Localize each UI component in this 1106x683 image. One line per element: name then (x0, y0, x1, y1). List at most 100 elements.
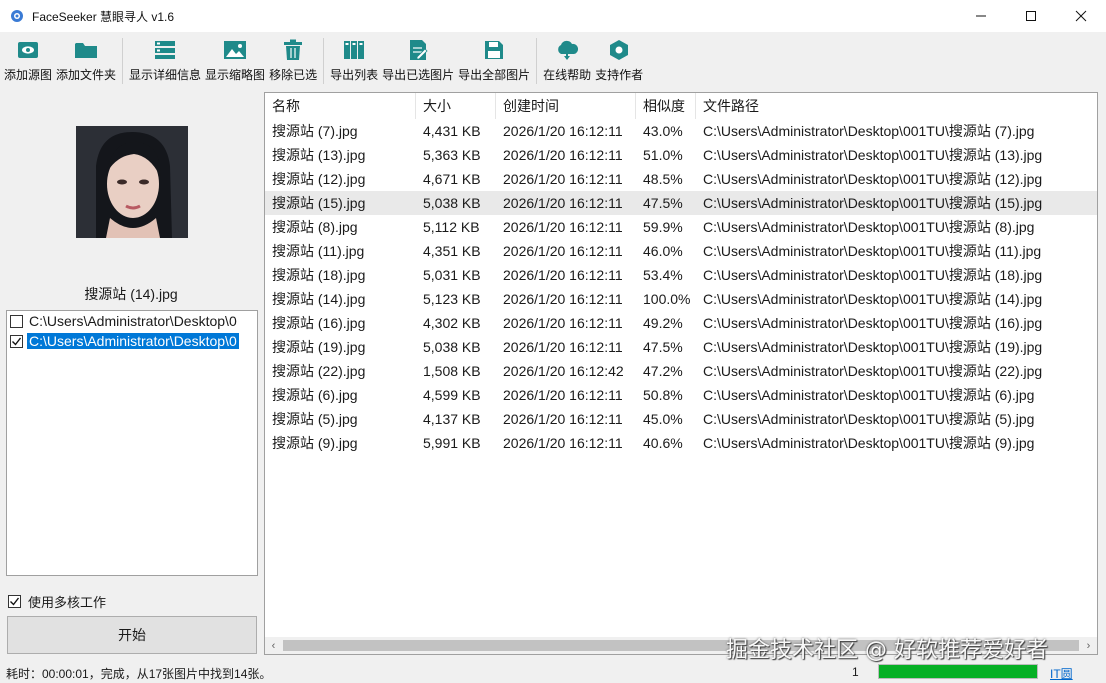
cell-path: C:\Users\Administrator\Desktop\001TU\搜源站… (703, 387, 1035, 403)
toolbar-label: 移除已选 (269, 68, 318, 82)
column-header-size[interactable]: 大小 (416, 93, 496, 119)
show-thumbnails-button[interactable]: 显示缩略图 (203, 32, 267, 88)
title-bar: FaceSeeker 慧眼寻人 v1.6 (0, 0, 1106, 32)
cell-name: 搜源站 (13).jpg (272, 147, 366, 163)
toolbar-label: 在线帮助 (543, 68, 592, 82)
table-row[interactable]: 搜源站 (16).jpg 4,302 KB 2026/1/20 16:12:11 49… (265, 311, 1097, 335)
cell-size: 5,991 KB (423, 435, 481, 451)
add-source-image-button[interactable]: 添加源图 (2, 32, 54, 88)
cell-created: 2026/1/20 16:12:11 (503, 435, 623, 451)
status-link[interactable]: IT圆 (1050, 665, 1073, 682)
toolbar-separator (536, 38, 538, 84)
image-icon (223, 38, 247, 62)
left-pane: 搜源站 (14).jpg C:\Users\Administrator\Desk… (0, 90, 262, 660)
cell-similarity: 47.5% (643, 195, 683, 211)
table-row[interactable]: 搜源站 (12).jpg 4,671 KB 2026/1/20 16:12:11 48… (265, 167, 1097, 191)
export-list-button[interactable]: 导出列表 (328, 32, 380, 88)
cell-name: 搜源站 (22).jpg (272, 363, 366, 379)
start-button[interactable]: 开始 (7, 616, 257, 654)
scroll-left-icon[interactable]: ‹ (265, 637, 282, 654)
cell-created: 2026/1/20 16:12:42 (503, 363, 624, 379)
folder-checkbox[interactable] (10, 334, 23, 348)
table-row[interactable]: 搜源站 (7).jpg 4,431 KB 2026/1/20 16:12:11 43.… (265, 119, 1097, 143)
folder-list[interactable]: C:\Users\Administrator\Desktop\0 C:\User… (6, 310, 258, 576)
cell-size: 4,671 KB (423, 171, 481, 187)
cell-name: 搜源站 (15).jpg (272, 195, 366, 211)
window-controls (956, 0, 1106, 32)
close-icon (1075, 10, 1087, 22)
toolbar-label: 显示缩略图 (205, 68, 266, 82)
show-details-button[interactable]: 显示详细信息 (127, 32, 203, 88)
close-button[interactable] (1056, 0, 1106, 32)
toolbar-label: 支持作者 (595, 68, 644, 82)
toolbar: 添加源图 添加文件夹 显示详细信息 显示缩略图 移除已选 导出列表 导出已选图片… (0, 32, 1106, 90)
online-help-button[interactable]: 在线帮助 (541, 32, 593, 88)
cell-size: 4,302 KB (423, 315, 481, 331)
cell-size: 1,508 KB (423, 363, 481, 379)
source-image-preview (76, 126, 188, 238)
table-row[interactable]: 搜源站 (13).jpg 5,363 KB 2026/1/20 16:12:11 51… (265, 143, 1097, 167)
minimize-button[interactable] (956, 0, 1006, 32)
table-row[interactable]: 搜源站 (11).jpg 4,351 KB 2026/1/20 16:12:11 46… (265, 239, 1097, 263)
folder-item[interactable]: C:\Users\Administrator\Desktop\0 (7, 331, 257, 351)
watermark: 掘金技术社区 @ 好软推荐爱好者 (726, 638, 1048, 663)
table-row[interactable]: 搜源站 (14).jpg 5,123 KB 2026/1/20 16:12:11 10… (265, 287, 1097, 311)
cell-name: 搜源站 (7).jpg (272, 123, 358, 139)
column-header-name[interactable]: 名称 (265, 93, 416, 119)
cell-created: 2026/1/20 16:12:11 (503, 267, 623, 283)
hexagon-icon (607, 38, 631, 62)
cell-name: 搜源站 (5).jpg (272, 411, 358, 427)
table-row[interactable]: 搜源站 (9).jpg 5,991 KB 2026/1/20 16:12:11 40.… (265, 431, 1097, 455)
support-author-button[interactable]: 支持作者 (593, 32, 645, 88)
cell-path: C:\Users\Administrator\Desktop\001TU\搜源站… (703, 315, 1043, 331)
table-row[interactable]: 搜源站 (22).jpg 1,508 KB 2026/1/20 16:12:42 47… (265, 359, 1097, 383)
cell-path: C:\Users\Administrator\Desktop\001TU\搜源站… (703, 267, 1043, 283)
maximize-button[interactable] (1006, 0, 1056, 32)
folder-path: C:\Users\Administrator\Desktop\0 (29, 313, 237, 329)
cell-name: 搜源站 (11).jpg (272, 243, 365, 259)
cell-path: C:\Users\Administrator\Desktop\001TU\搜源站… (703, 171, 1043, 187)
export-selected-images-button[interactable]: 导出已选图片 (380, 32, 456, 88)
cell-path: C:\Users\Administrator\Desktop\001TU\搜源站… (703, 291, 1043, 307)
cell-size: 4,599 KB (423, 387, 481, 403)
toolbar-label: 添加源图 (4, 68, 53, 82)
multicore-checkbox[interactable] (8, 595, 21, 608)
cloud-icon (555, 38, 579, 62)
save-icon (482, 38, 506, 62)
column-header-path[interactable]: 文件路径 (696, 93, 1097, 119)
folder-icon (74, 38, 98, 62)
table-row[interactable]: 搜源站 (5).jpg 4,137 KB 2026/1/20 16:12:11 45.… (265, 407, 1097, 431)
export-all-images-button[interactable]: 导出全部图片 (456, 32, 532, 88)
toolbar-label: 导出已选图片 (382, 68, 455, 82)
cell-created: 2026/1/20 16:12:11 (503, 147, 623, 163)
cell-name: 搜源站 (6).jpg (272, 387, 358, 403)
folder-checkbox[interactable] (10, 314, 23, 328)
cell-path: C:\Users\Administrator\Desktop\001TU\搜源站… (703, 435, 1035, 451)
table-row[interactable]: 搜源站 (6).jpg 4,599 KB 2026/1/20 16:12:11 50.… (265, 383, 1097, 407)
cell-similarity: 47.2% (643, 363, 683, 379)
add-folder-button[interactable]: 添加文件夹 (54, 32, 118, 88)
toolbar-label: 导出全部图片 (458, 68, 531, 82)
window-title: FaceSeeker 慧眼寻人 v1.6 (32, 9, 175, 24)
multicore-option[interactable]: 使用多核工作 (8, 592, 106, 611)
cell-created: 2026/1/20 16:12:11 (503, 339, 623, 355)
minimize-icon (976, 15, 986, 17)
cell-path: C:\Users\Administrator\Desktop\001TU\搜源站… (703, 339, 1043, 355)
table-row[interactable]: 搜源站 (15).jpg 5,038 KB 2026/1/20 16:12:11 47… (265, 191, 1097, 215)
cell-size: 4,137 KB (423, 411, 481, 427)
remove-selected-button[interactable]: 移除已选 (267, 32, 319, 88)
table-row[interactable]: 搜源站 (8).jpg 5,112 KB 2026/1/20 16:12:11 59.… (265, 215, 1097, 239)
table-row[interactable]: 搜源站 (19).jpg 5,038 KB 2026/1/20 16:12:11 47… (265, 335, 1097, 359)
cell-name: 搜源站 (12).jpg (272, 171, 366, 187)
cell-path: C:\Users\Administrator\Desktop\001TU\搜源站… (703, 363, 1043, 379)
cell-similarity: 47.5% (643, 339, 683, 355)
results-list[interactable]: 名称 大小 创建时间 相似度 文件路径 搜源站 (7).jpg 4,431 KB 2… (264, 92, 1098, 655)
table-row[interactable]: 搜源站 (18).jpg 5,031 KB 2026/1/20 16:12:11 53… (265, 263, 1097, 287)
scroll-right-icon[interactable]: › (1080, 637, 1097, 654)
cell-created: 2026/1/20 16:12:11 (503, 195, 623, 211)
cell-created: 2026/1/20 16:12:11 (503, 291, 623, 307)
column-header-created[interactable]: 创建时间 (496, 93, 636, 119)
column-header-similarity[interactable]: 相似度 (636, 93, 696, 119)
folder-item[interactable]: C:\Users\Administrator\Desktop\0 (7, 311, 257, 331)
app-icon (11, 10, 23, 22)
